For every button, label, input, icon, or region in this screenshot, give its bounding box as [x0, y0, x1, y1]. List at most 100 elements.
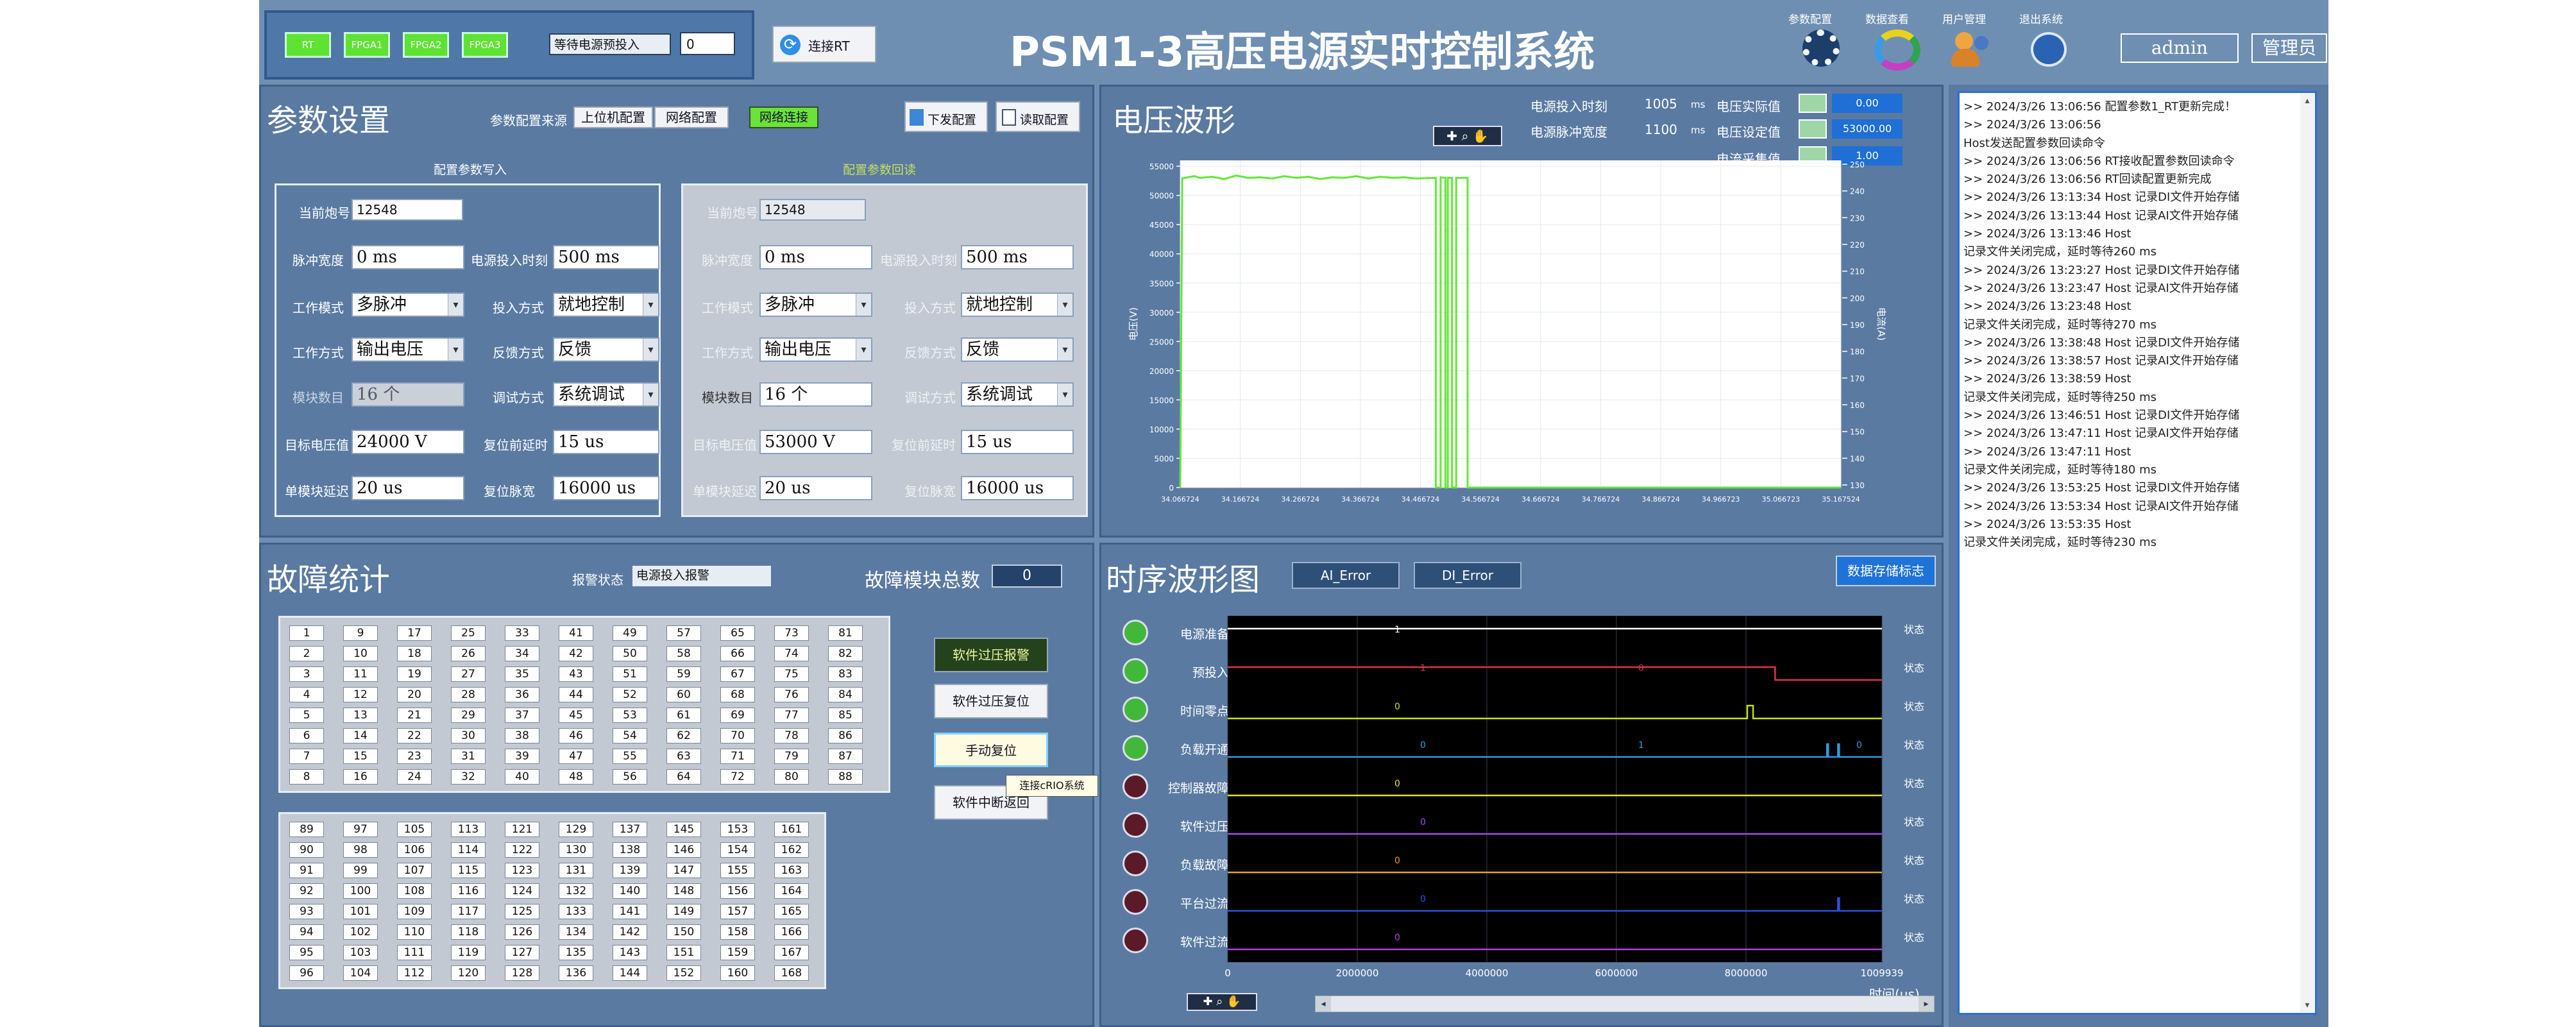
- nav-data-view[interactable]: 数据查看: [1863, 10, 1927, 74]
- source-tab-host[interactable]: 上位机配置: [573, 106, 653, 128]
- signal-label: 平台过流: [1180, 897, 1229, 911]
- param-source-label: 参数配置来源: [490, 113, 567, 128]
- timing-value-label: 0: [1856, 740, 1862, 751]
- shot-input[interactable]: 12548: [352, 199, 463, 221]
- user-name: admin: [2121, 33, 2239, 63]
- scroll-up-arrow[interactable]: ▴: [2300, 94, 2314, 108]
- module-cell: 12: [343, 687, 378, 702]
- data-storage-flag-button[interactable]: 数据存储标志: [1836, 556, 1936, 586]
- module-cell: 107: [397, 863, 432, 878]
- rb-input-mode-label: 投入方式: [904, 300, 956, 316]
- module-cell: 101: [343, 904, 378, 919]
- timing-value-label: 1: [1638, 740, 1644, 751]
- timing-scrollbar[interactable]: ◂ ▸: [1315, 996, 1935, 1012]
- timing-value-label: 0: [1394, 779, 1400, 789]
- module-cell: 19: [397, 666, 432, 682]
- reset-delay-label: 复位前延时: [484, 437, 548, 453]
- module-cell: 36: [505, 687, 539, 702]
- module-cell: 14: [343, 728, 378, 743]
- y2-tick-label: 230: [1850, 214, 1865, 223]
- module-cell: 51: [613, 666, 647, 682]
- module-count-input: 16 个: [352, 382, 464, 407]
- tab-ai-error[interactable]: AI_Error: [1292, 562, 1400, 589]
- module-cell: 135: [559, 945, 593, 960]
- module-cell: 98: [343, 842, 378, 858]
- pulse-width-input[interactable]: 0 ms: [352, 245, 464, 269]
- users-icon: [1955, 32, 1973, 50]
- log-scrollbar[interactable]: ▴ ▾: [2300, 94, 2314, 1012]
- module-cell: 166: [774, 924, 809, 940]
- module-cell: 93: [289, 904, 324, 919]
- module-cell: 1: [289, 625, 324, 641]
- input-mode-label: 投入方式: [493, 300, 544, 316]
- work-type-select[interactable]: 输出电压 ▾: [352, 337, 464, 362]
- read-config-button[interactable]: 读取配置: [996, 101, 1080, 132]
- manual-reset-button[interactable]: 手动复位: [934, 733, 1048, 767]
- module-cell: 77: [774, 708, 809, 723]
- connect-rt-button[interactable]: ⟳ 连接RT: [772, 26, 876, 63]
- x-tick-label: 34.866724: [1641, 495, 1680, 504]
- nav-config[interactable]: 参数配置: [1786, 10, 1850, 74]
- module-cell: 102: [343, 924, 378, 940]
- debug-select[interactable]: 系统调试 ▾: [553, 382, 659, 407]
- module-cell: 129: [559, 822, 593, 837]
- user-role: 管理员: [2251, 33, 2327, 63]
- module-cell: 57: [666, 625, 701, 641]
- module-cell: 35: [505, 666, 539, 682]
- module-cell: 146: [666, 842, 701, 858]
- input-mode-select[interactable]: 就地控制 ▾: [553, 293, 659, 317]
- module-delay-input[interactable]: 20 us: [352, 476, 464, 500]
- source-tab-network[interactable]: 网络配置: [654, 106, 729, 128]
- y2-tick-label: 160: [1850, 401, 1865, 410]
- module-cell: 104: [343, 965, 378, 981]
- log-textarea[interactable]: >> 2024/3/26 13:06:56 配置参数1_RT更新完成！ >> 20…: [1958, 91, 2317, 1015]
- module-cell: 118: [451, 924, 486, 940]
- y2-tick-label: 170: [1850, 374, 1865, 383]
- reset-count-input[interactable]: 16000 us: [553, 476, 659, 500]
- log-line: 记录文件关闭完成，延时等待230 ms: [1963, 536, 2157, 550]
- timing-value-label: 0: [1394, 702, 1400, 712]
- module-cell: 84: [828, 687, 863, 702]
- log-line: >> 2024/3/26 13:23:48 Host: [1963, 300, 2131, 314]
- wait-power-value[interactable]: 0: [680, 32, 735, 55]
- tab-di-error[interactable]: DI_Error: [1414, 562, 1521, 589]
- rb-work-type-label: 工作方式: [702, 345, 753, 361]
- module-cell: 63: [666, 749, 701, 764]
- app-window: RT FPGA1 FPGA2 FPGA3 等待电源预投入 0 ⟳ 连接RT PS…: [259, 0, 2328, 1027]
- target-voltage-input[interactable]: 24000 V: [352, 430, 464, 454]
- feedback-select[interactable]: 反馈 ▾: [553, 337, 659, 362]
- pan-icon: ✚: [1203, 995, 1213, 1008]
- scroll-right-arrow[interactable]: ▸: [1919, 996, 1934, 1012]
- nav-logout[interactable]: 退出系统: [2017, 10, 2081, 74]
- reset-delay-input[interactable]: 15 us: [553, 430, 659, 454]
- rb-feedback-value: 反馈: [966, 340, 1000, 359]
- fpga3-indicator: FPGA3: [462, 32, 508, 58]
- sw-overvoltage-alarm-button[interactable]: 软件过压报警: [934, 638, 1048, 672]
- module-cell: 94: [289, 924, 324, 940]
- sw-overvoltage-reset-button[interactable]: 软件过压复位: [934, 684, 1048, 718]
- timing-tools[interactable]: ✚ ⌕ ✋: [1187, 993, 1257, 1011]
- graph-tools[interactable]: ✚ ⌕ ✋: [1433, 126, 1502, 146]
- module-cell: 60: [666, 687, 701, 702]
- log-line: >> 2024/3/26 13:06:56 配置参数1_RT更新完成！: [1963, 100, 2237, 114]
- module-cell: 154: [720, 842, 755, 858]
- rb-pulse-width-label: 脉冲宽度: [702, 253, 753, 268]
- nav-user-manage[interactable]: 用户管理: [1940, 10, 2004, 74]
- work-mode-select[interactable]: 多脉冲 ▾: [352, 293, 464, 317]
- scroll-down-arrow[interactable]: ▾: [2300, 998, 2314, 1012]
- module-cell: 110: [397, 924, 432, 940]
- module-cell: 61: [666, 708, 701, 723]
- module-cell: 34: [505, 646, 539, 661]
- scroll-left-arrow[interactable]: ◂: [1316, 996, 1331, 1012]
- y2-tick-label: 190: [1850, 321, 1865, 330]
- module-cell: 122: [505, 842, 539, 858]
- rb-pulse-width-value: 0 ms: [759, 245, 872, 269]
- users-icon-body: [1951, 49, 1979, 67]
- module-cell: 40: [505, 769, 539, 785]
- send-config-button[interactable]: 下发配置: [904, 101, 988, 132]
- x-tick-label: 1009939: [1861, 967, 1904, 979]
- rb-reset-count-value: 16000 us: [961, 476, 1074, 500]
- module-count-label: 模块数目: [292, 390, 344, 405]
- power-on-time-input[interactable]: 500 ms: [553, 245, 659, 269]
- rb-work-mode-select: 多脉冲 ▾: [759, 293, 872, 317]
